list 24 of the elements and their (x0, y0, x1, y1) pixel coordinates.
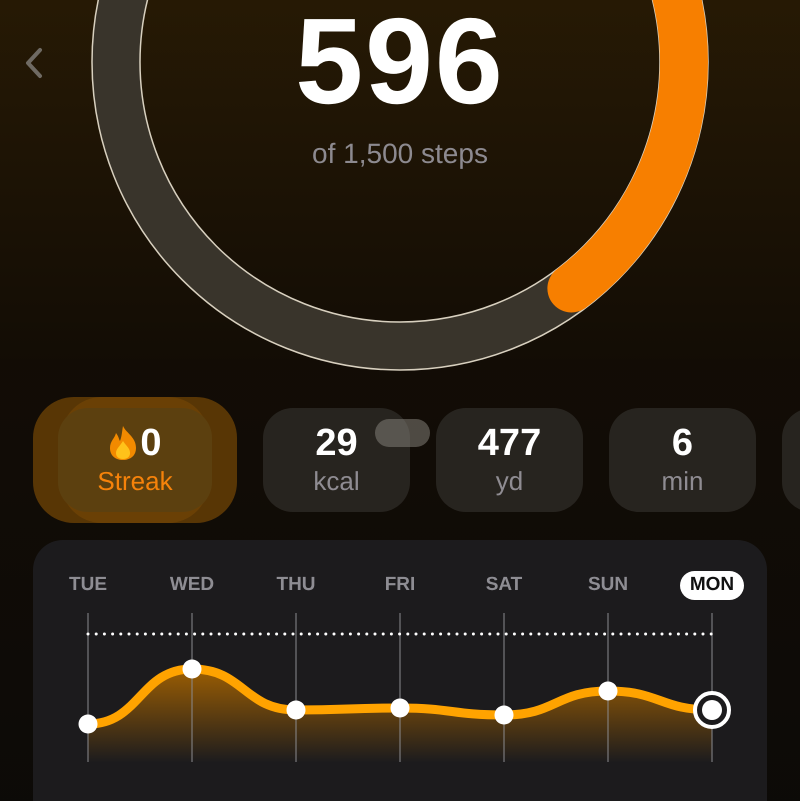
stat-value: 477 (478, 422, 542, 464)
day-tab[interactable]: SUN (578, 571, 638, 600)
chevron-left-icon (24, 47, 44, 79)
step-goal: of 1,500 steps (312, 138, 488, 170)
step-count: 596 (295, 0, 505, 122)
day-tab[interactable]: THU (266, 571, 326, 600)
stat-card[interactable]: 29 kcal (263, 408, 410, 512)
stat-label: kcal (313, 466, 360, 498)
flame-icon (108, 425, 138, 462)
stat-value: 6 (672, 422, 694, 464)
stat-label: yd (496, 466, 524, 498)
stat-card[interactable]: 477 yd (436, 408, 583, 512)
stat-label: Streak (97, 466, 173, 498)
stat-card[interactable]: 6 min (609, 408, 756, 512)
day-tab[interactable]: SAT (476, 571, 532, 600)
stat-card[interactable]: 0 Streak (58, 408, 212, 512)
day-tab[interactable]: WED (160, 571, 224, 600)
stat-value: 29 (315, 422, 358, 464)
day-tab[interactable]: FRI (374, 571, 426, 600)
stat-value: 0 (140, 422, 162, 464)
day-tab[interactable]: TUE (59, 571, 117, 600)
day-tab[interactable]: MON (680, 571, 744, 600)
stat-label: min (662, 466, 704, 498)
page-indicator (375, 419, 430, 447)
